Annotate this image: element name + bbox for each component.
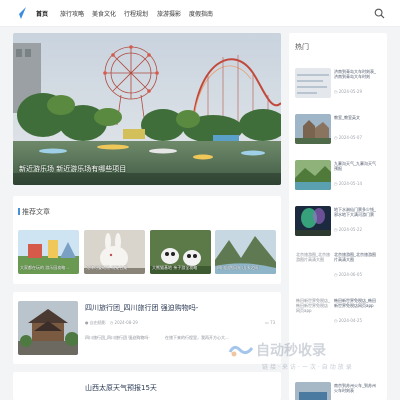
- nav-item-photography[interactable]: 旅游摄影: [157, 9, 181, 18]
- sidebar-item-title: 南京到苏州火车_到苏州火车时刻表: [334, 383, 376, 393]
- sidebar-item-title: 韩田新世界免税店_韩田新世界免税店网页app: [334, 298, 376, 308]
- post-title[interactable]: 四川旅行团_四川旅行团 强迫购物吗-: [85, 303, 198, 313]
- sidebar-item[interactable]: 九寨沟天气_九寨沟天气预报 ◷ 2024-05-14: [295, 160, 377, 190]
- sidebar-item[interactable]: 北京旅游图_北京旅游图片高清大图 北京旅游图_北京旅游图片高清大图 ◷ 2024…: [295, 251, 377, 281]
- sidebar-thumb-image: [295, 68, 331, 98]
- post-thumb[interactable]: [18, 301, 78, 355]
- sidebar-item-date: ◷ 2024-05-22: [334, 227, 363, 232]
- broken-image-alt-text: 韩田新世界免税店_韩田新世界免税店网页app: [296, 298, 330, 313]
- sidebar-thumb: [295, 114, 331, 144]
- sidebar-thumb-broken: 韩田新世界免税店_韩田新世界免税店网页app: [295, 297, 331, 327]
- sidebar-item-date: ◷ 2024-05-14: [334, 181, 363, 186]
- site-logo[interactable]: [13, 6, 27, 20]
- sidebar-item-title: 九寨沟天气_九寨沟天气预报: [334, 161, 376, 171]
- post-thumb-image: [18, 301, 78, 355]
- recommended-item[interactable]: 大熊猫基地 亲子游全攻略: [150, 230, 211, 274]
- sidebar-item-date: ◷ 2024-04-25: [334, 318, 363, 323]
- post-title[interactable]: 山西太原天气预报15天: [85, 383, 157, 393]
- sidebar-thumb: [295, 68, 331, 98]
- sidebar-thumb: [295, 206, 331, 236]
- nav-item-food-culture[interactable]: 美食文化: [92, 9, 116, 18]
- sidebar-item-date: ◷ 2024-05-29: [334, 89, 363, 94]
- sidebar-item[interactable]: 地下水淋仙门票多少钱_邪水地下大满河游门票 ◷ 2024-05-22: [295, 206, 377, 236]
- post-date: 2024-08-29: [114, 320, 138, 325]
- section-title-hot: 热门: [295, 43, 309, 51]
- sidebar-item-date: ◷ 2024-05-07: [334, 135, 363, 140]
- sidebar-item[interactable]: 南京到苏州火车_到苏州火车时刻表: [295, 382, 377, 400]
- recommended-label: 大家都在玩的 游乐园攻略...: [20, 265, 70, 270]
- watermark-logo: [228, 345, 254, 357]
- sidebar-item[interactable]: 教室_教室英文 ◷ 2024-05-07: [295, 114, 377, 144]
- nav-item-home[interactable]: 首页: [36, 9, 48, 18]
- hero-image: [13, 33, 281, 185]
- section-title-recommended: 推荐文章: [18, 207, 50, 217]
- sidebar-thumb-image: [295, 114, 331, 144]
- post-comment-count: 73: [270, 320, 276, 325]
- post-author[interactable]: 自由随影: [90, 320, 106, 325]
- carousel-dots: [261, 176, 271, 185]
- sidebar-item-title: 北京旅游图_北京旅游图片高清大图: [334, 252, 376, 262]
- sidebar-thumb-image: [295, 160, 331, 190]
- broken-image-alt-text: 北京旅游图_北京旅游图片高清大图: [296, 252, 330, 262]
- sidebar-thumb: [295, 382, 331, 400]
- sidebar-item-title: 教室_教室英文: [334, 115, 360, 120]
- search-icon[interactable]: [374, 8, 385, 19]
- post-meta: ● 自由随影 ◷ 2024-08-29: [85, 320, 138, 326]
- top-navbar: 首页 旅行攻略 美食文化 行程规划 旅游摄影 度假指南: [0, 0, 400, 27]
- title-accent-bar: [18, 208, 20, 215]
- post-comments: ▭ 73: [265, 320, 275, 325]
- sidebar-item-date: ◷ 2024-06-05: [334, 272, 363, 277]
- hero-carousel[interactable]: 新近游乐场 新近游乐场有哪些项目: [13, 33, 281, 185]
- sidebar-thumb-image: [295, 206, 331, 236]
- recommended-item[interactable]: 兔年可爱动物 萌宠合集: [84, 230, 145, 274]
- sidebar-item-title: 济南到青岛大车时刻表_济南到青岛大车时刻: [334, 69, 376, 79]
- sidebar-thumb-image: [295, 382, 331, 400]
- hero-caption[interactable]: 新近游乐场 新近游乐场有哪些项目: [19, 164, 126, 174]
- sidebar-item[interactable]: 韩田新世界免税店_韩田新世界免税店网页app 韩田新世界免税店_韩田新世界免税店…: [295, 297, 377, 327]
- recommended-item[interactable]: 大家都在玩的 游乐园攻略...: [18, 230, 79, 274]
- watermark-text: 自动秒收录: [256, 343, 326, 359]
- sidebar-item-title: 地下水淋仙门票多少钱_邪水地下大满河游门票: [334, 207, 376, 217]
- recommended-label: 四川自然风光 山水之间: [217, 265, 259, 270]
- watermark-subtext: 链接·来访·一次·自动放录: [262, 364, 354, 371]
- recommended-label: 大熊猫基地 亲子游全攻略: [152, 265, 198, 270]
- post-excerpt: 四川旅行团_四川旅行团 强迫购物吗-: [85, 335, 150, 340]
- nav-item-travel-guide[interactable]: 旅行攻略: [60, 9, 84, 18]
- nav-item-vacation-guide[interactable]: 度假指南: [189, 9, 213, 18]
- recommended-item[interactable]: 四川自然风光 山水之间: [215, 230, 276, 274]
- sidebar-item[interactable]: 济南到青岛大车时刻表_济南到青岛大车时刻 ◷ 2024-05-29: [295, 68, 377, 98]
- sidebar-thumb-broken: 北京旅游图_北京旅游图片高清大图: [295, 251, 331, 281]
- recommended-label: 兔年可爱动物 萌宠合集: [86, 265, 128, 270]
- sidebar-thumb: [295, 160, 331, 190]
- nav-item-itinerary[interactable]: 行程规划: [124, 9, 148, 18]
- post-excerpt-continued: 在旅下来的行程里，我再开方心大...: [165, 335, 229, 340]
